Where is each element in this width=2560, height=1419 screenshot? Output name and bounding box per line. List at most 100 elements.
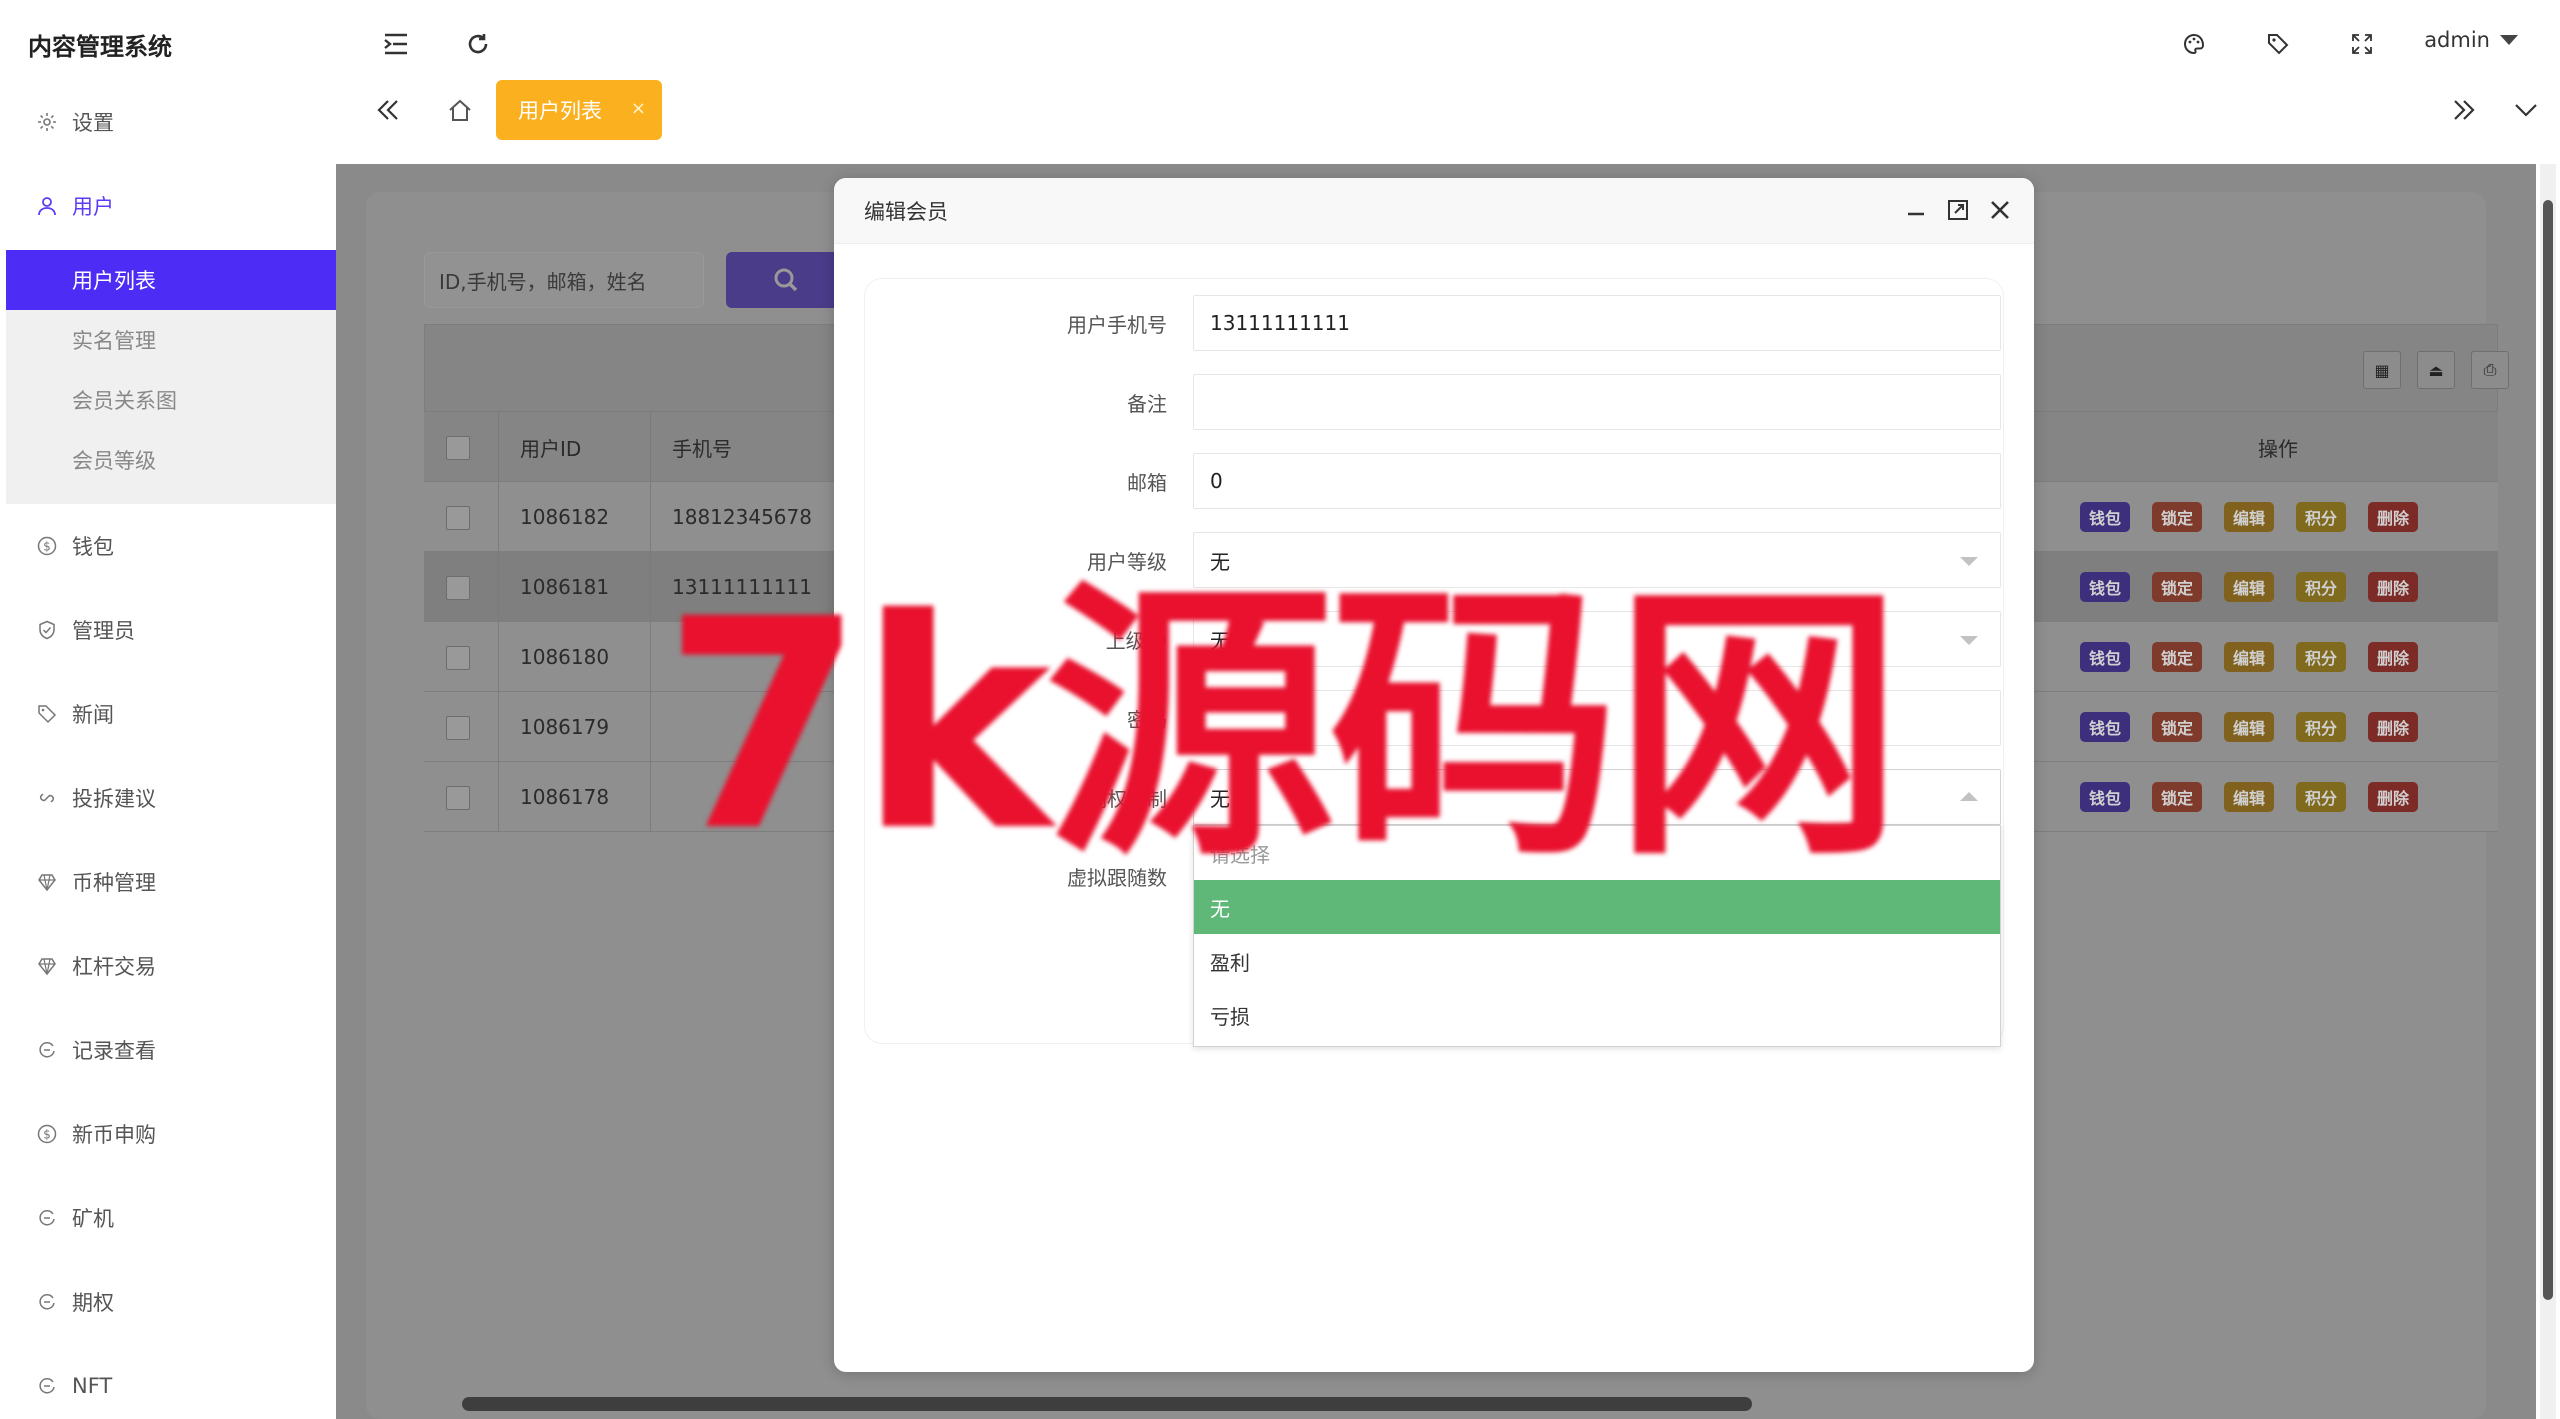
close-tab-icon[interactable]: × xyxy=(631,98,646,119)
edit-button[interactable]: 编辑 xyxy=(2224,572,2274,602)
user-menu[interactable]: admin xyxy=(2424,28,2518,52)
sidebar-item-label: 钱包 xyxy=(72,535,114,559)
row-checkbox[interactable] xyxy=(446,786,470,810)
row-checkbox[interactable] xyxy=(446,576,470,600)
fullscreen-icon[interactable] xyxy=(2344,26,2380,62)
sidebar-item-label: 新币申购 xyxy=(72,1123,156,1147)
form-row-level: 用户等级 无 xyxy=(865,532,2005,588)
remark-field[interactable] xyxy=(1193,374,2001,430)
tag-icon[interactable] xyxy=(2260,26,2296,62)
edit-button[interactable]: 编辑 xyxy=(2224,782,2274,812)
wallet-button[interactable]: 钱包 xyxy=(2080,502,2130,532)
score-button[interactable]: 积分 xyxy=(2296,642,2346,672)
cell-phone: 18812345678 xyxy=(672,505,812,529)
score-button[interactable]: 积分 xyxy=(2296,712,2346,742)
level-select[interactable]: 无 xyxy=(1193,532,2001,588)
dropdown-option[interactable]: 请选择 xyxy=(1194,826,2000,880)
wallet-button[interactable]: 钱包 xyxy=(2080,782,2130,812)
parent-id-select[interactable]: 无 xyxy=(1193,611,2001,667)
delete-button[interactable]: 删除 xyxy=(2368,502,2418,532)
scroll-thumb[interactable] xyxy=(2543,200,2553,1300)
wallet-button[interactable]: 钱包 xyxy=(2080,712,2130,742)
field-label: 用户手机号 xyxy=(1067,312,1167,337)
search-input[interactable]: ID,手机号，邮箱，姓名 xyxy=(424,252,704,308)
wallet-button[interactable]: 钱包 xyxy=(2080,572,2130,602)
sidebar-subitem-verification[interactable]: 实名管理 xyxy=(6,310,336,370)
maximize-icon[interactable] xyxy=(1946,198,1970,222)
delete-button[interactable]: 删除 xyxy=(2368,642,2418,672)
option-control-select[interactable]: 无 xyxy=(1193,769,2001,825)
password-field[interactable] xyxy=(1193,690,2001,746)
horizontal-scrollbar[interactable] xyxy=(436,1397,2462,1411)
dropdown-option[interactable]: 无 xyxy=(1194,880,2000,934)
delete-button[interactable]: 删除 xyxy=(2368,782,2418,812)
cell-user-id: 1086179 xyxy=(520,715,610,739)
email-field[interactable]: 0 xyxy=(1193,453,2001,509)
shield-icon xyxy=(36,619,58,641)
wallet-button[interactable]: 钱包 xyxy=(2080,642,2130,672)
home-icon[interactable] xyxy=(442,92,478,128)
sidebar-item-leverage[interactable]: 杠杆交易 xyxy=(0,936,336,996)
member-form: 用户手机号 13111111111 备注 邮箱 0 用户等级 无 上级ID 无 xyxy=(864,278,2005,1047)
scroll-thumb[interactable] xyxy=(462,1397,1752,1411)
edit-button[interactable]: 编辑 xyxy=(2224,502,2274,532)
chevron-down-icon xyxy=(1960,557,1978,566)
lock-button[interactable]: 锁定 xyxy=(2152,502,2202,532)
field-label: 密码 xyxy=(1127,707,1167,732)
sidebar-subitem-relation-graph[interactable]: 会员关系图 xyxy=(6,370,336,430)
edit-button[interactable]: 编辑 xyxy=(2224,642,2274,672)
edit-button[interactable]: 编辑 xyxy=(2224,712,2274,742)
sidebar-item-settings[interactable]: 设置 xyxy=(0,92,336,152)
vertical-scrollbar[interactable] xyxy=(2540,164,2556,1419)
field-label: 期权控制 xyxy=(1087,786,1167,811)
lock-button[interactable]: 锁定 xyxy=(2152,712,2202,742)
sidebar-subitem-user-list[interactable]: 用户列表 xyxy=(6,250,336,310)
close-icon[interactable] xyxy=(1988,198,2012,222)
sidebar-item-users[interactable]: 用户 xyxy=(0,176,336,236)
row-checkbox[interactable] xyxy=(446,646,470,670)
sidebar-item-feedback[interactable]: 投拆建议 xyxy=(0,768,336,828)
columns-icon[interactable]: ▦ xyxy=(2363,351,2401,389)
search-button[interactable] xyxy=(726,252,846,308)
lock-button[interactable]: 锁定 xyxy=(2152,782,2202,812)
dropdown-option[interactable]: 盈利 xyxy=(1194,934,2000,988)
phone-field[interactable]: 13111111111 xyxy=(1193,295,2001,351)
chevron-down-icon xyxy=(2500,35,2518,45)
score-button[interactable]: 积分 xyxy=(2296,782,2346,812)
double-chevron-left-icon[interactable] xyxy=(370,92,406,128)
sidebar-item-admin[interactable]: 管理员 xyxy=(0,600,336,660)
export-icon[interactable]: ⏏ xyxy=(2417,351,2455,389)
menu-fold-icon[interactable] xyxy=(378,26,414,62)
refresh-icon[interactable] xyxy=(460,26,496,62)
print-icon[interactable]: ⎙ xyxy=(2471,351,2509,389)
sidebar-item-new-coin[interactable]: $ 新币申购 xyxy=(0,1104,336,1164)
tab-label: 用户列表 xyxy=(518,99,602,123)
sidebar-item-nft[interactable]: NFT xyxy=(0,1356,336,1416)
dropdown-option[interactable]: 亏损 xyxy=(1194,988,2000,1042)
sidebar-item-label: 杠杆交易 xyxy=(72,955,156,979)
tab-user-list[interactable]: 用户列表 × xyxy=(496,80,662,140)
double-chevron-right-icon[interactable] xyxy=(2446,92,2482,128)
lock-button[interactable]: 锁定 xyxy=(2152,572,2202,602)
delete-button[interactable]: 删除 xyxy=(2368,712,2418,742)
sidebar-item-options[interactable]: 期权 xyxy=(0,1272,336,1332)
delete-button[interactable]: 删除 xyxy=(2368,572,2418,602)
minimize-icon[interactable] xyxy=(1904,198,1928,222)
header-ops: 操作 xyxy=(2258,436,2298,461)
lock-button[interactable]: 锁定 xyxy=(2152,642,2202,672)
select-all-checkbox[interactable] xyxy=(446,436,470,460)
sidebar-item-wallet[interactable]: $ 钱包 xyxy=(0,516,336,576)
chevron-down-icon[interactable] xyxy=(2508,92,2544,128)
score-button[interactable]: 积分 xyxy=(2296,572,2346,602)
sidebar-item-news[interactable]: 新闻 xyxy=(0,684,336,744)
sidebar-subitem-member-level[interactable]: 会员等级 xyxy=(6,430,336,490)
row-checkbox[interactable] xyxy=(446,716,470,740)
palette-icon[interactable] xyxy=(2176,26,2212,62)
sidebar-item-currency[interactable]: 币种管理 xyxy=(0,852,336,912)
form-row-email: 邮箱 0 xyxy=(865,453,2005,509)
sidebar-item-records[interactable]: 记录查看 xyxy=(0,1020,336,1080)
score-button[interactable]: 积分 xyxy=(2296,502,2346,532)
row-actions: 钱包 锁定 编辑 积分 删除 xyxy=(2080,502,2418,532)
row-checkbox[interactable] xyxy=(446,506,470,530)
sidebar-item-miner[interactable]: 矿机 xyxy=(0,1188,336,1248)
